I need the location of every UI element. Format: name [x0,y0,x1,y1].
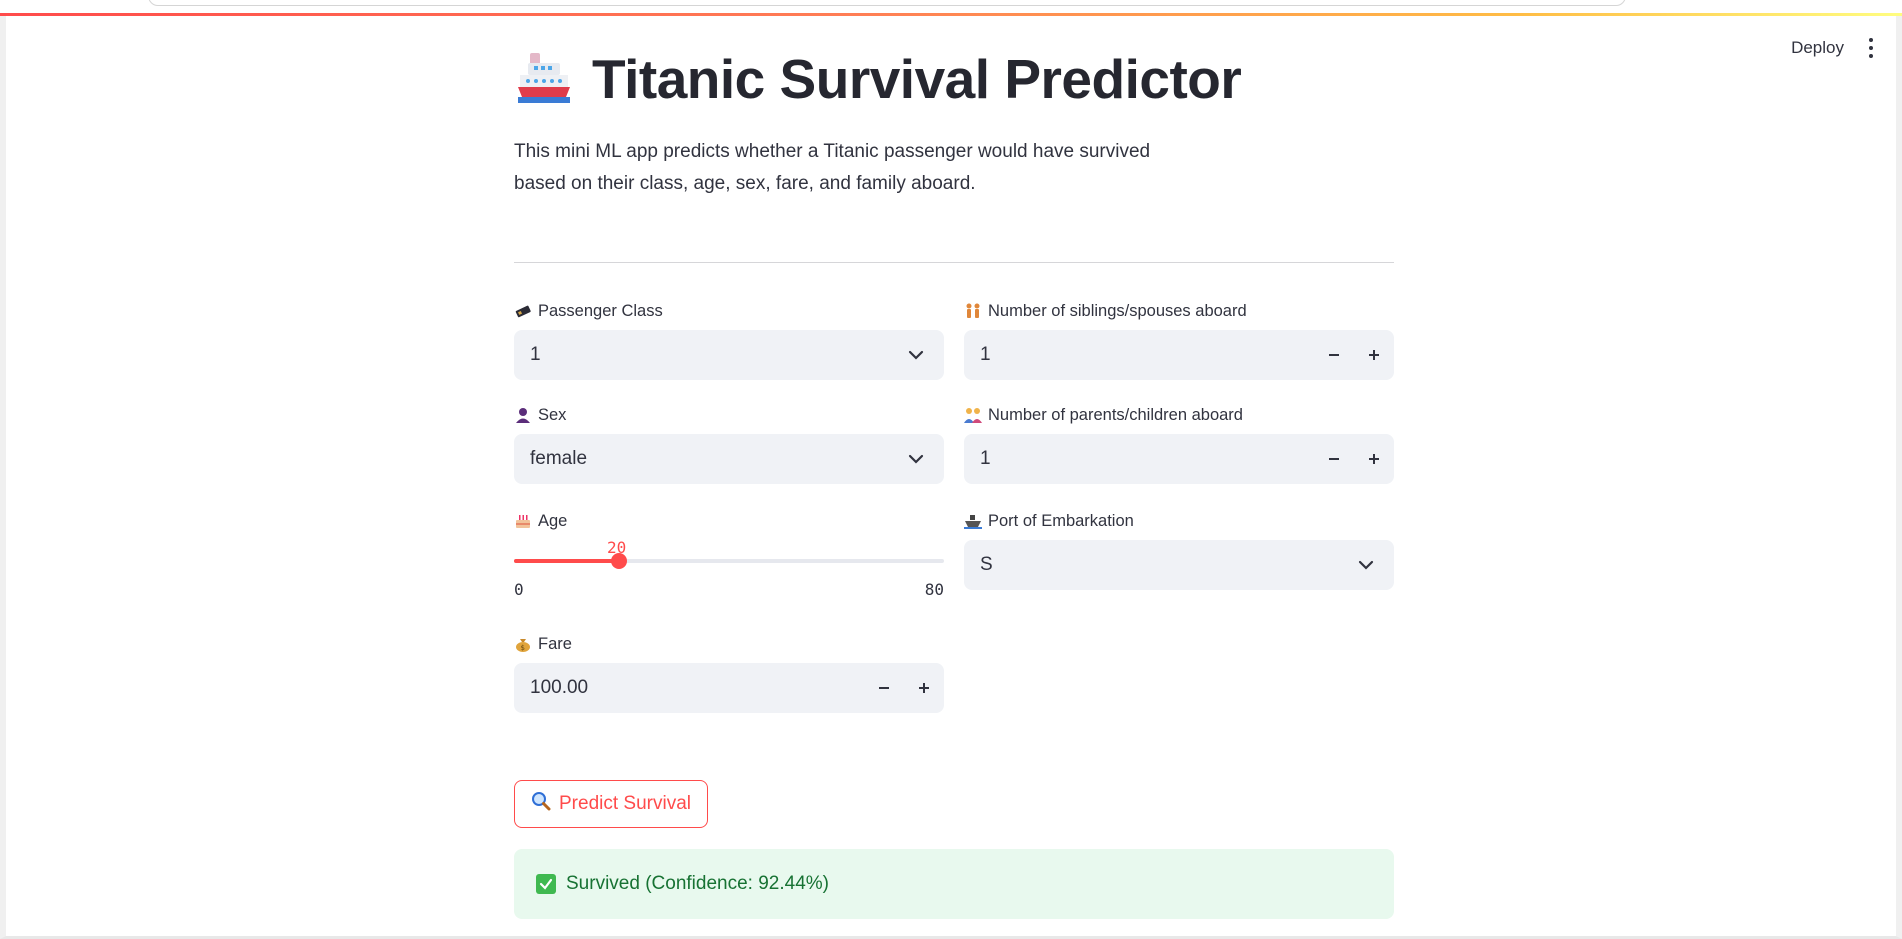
sex-label: Sex [514,404,566,426]
sibsp-label-text: Number of siblings/spouses aboard [988,301,1247,320]
description-line-2: based on their class, age, sex, fare, an… [514,173,976,194]
age-slider-fill [514,559,619,563]
embarked-label-text: Port of Embarkation [988,511,1134,530]
ship-icon [514,51,572,107]
parch-decrement-button[interactable] [1314,434,1354,484]
sibsp-increment-button[interactable] [1354,330,1394,380]
fare-label: $ Fare [514,633,572,655]
parch-value[interactable]: 1 [964,448,1314,470]
fare-label-text: Fare [538,634,572,653]
browser-top-bar [0,0,1902,14]
chevron-down-icon[interactable] [902,445,930,473]
cake-icon [514,513,532,529]
age-slider-min: 0 [514,580,524,599]
prediction-result-alert: Survived (Confidence: 92.44%) [514,849,1394,919]
divider [514,262,1394,263]
description-line-1: This mini ML app predicts whether a Tita… [514,141,1151,162]
sibsp-number-input[interactable]: 1 [964,330,1394,380]
ship-port-icon [964,513,982,529]
address-bar[interactable] [148,0,1626,6]
sibsp-label: Number of siblings/spouses aboard [964,300,1247,322]
pclass-select[interactable]: 1 [514,330,944,380]
family-icon [964,407,982,423]
main-container: Titanic Survival Predictor This mini ML … [514,44,1394,919]
sibsp-decrement-button[interactable] [1314,330,1354,380]
people-icon [964,303,982,319]
pclass-value: 1 [530,344,541,365]
age-slider-thumb[interactable] [611,553,627,569]
embarked-label: Port of Embarkation [964,510,1134,532]
predict-survival-button[interactable]: Predict Survival [514,780,708,828]
ticket-icon [514,303,532,319]
age-slider-max: 80 [924,580,944,599]
sex-label-text: Sex [538,405,567,424]
magnifier-icon [531,791,551,817]
fare-value[interactable]: 100.00 [514,677,864,699]
age-slider[interactable]: 20 0 80 [514,538,944,602]
sibsp-value[interactable]: 1 [964,344,1314,366]
parch-increment-button[interactable] [1354,434,1394,484]
parch-number-input[interactable]: 1 [964,434,1394,484]
app-toolbar: Deploy [1791,38,1874,58]
parch-label-text: Number of parents/children aboard [988,405,1243,424]
pclass-label: Passenger Class [514,300,663,322]
sex-select[interactable]: female [514,434,944,484]
age-label: Age [514,510,567,532]
check-box-icon [536,874,556,894]
embarked-select[interactable]: S [964,540,1394,590]
deploy-button[interactable]: Deploy [1791,38,1844,58]
chevron-down-icon[interactable] [1352,551,1380,579]
chevron-down-icon[interactable] [902,341,930,369]
prediction-result-text: Survived (Confidence: 92.44%) [566,873,829,894]
predict-survival-label: Predict Survival [559,793,691,814]
age-label-text: Age [538,511,568,530]
fare-decrement-button[interactable] [864,663,904,713]
money-bag-icon: $ [514,636,532,652]
sex-value: female [530,448,588,469]
person-icon [514,407,532,423]
pclass-label-text: Passenger Class [538,301,663,320]
main-menu-icon[interactable] [1868,38,1874,58]
page-title: Titanic Survival Predictor [592,48,1242,110]
svg-text:$: $ [521,644,525,652]
fare-increment-button[interactable] [904,663,944,713]
embarked-value: S [980,554,993,575]
page-description: This mini ML app predicts whether a Tita… [514,136,1174,200]
parch-label: Number of parents/children aboard [964,404,1243,426]
fare-number-input[interactable]: 100.00 [514,663,944,713]
title-row: Titanic Survival Predictor [514,44,1394,114]
